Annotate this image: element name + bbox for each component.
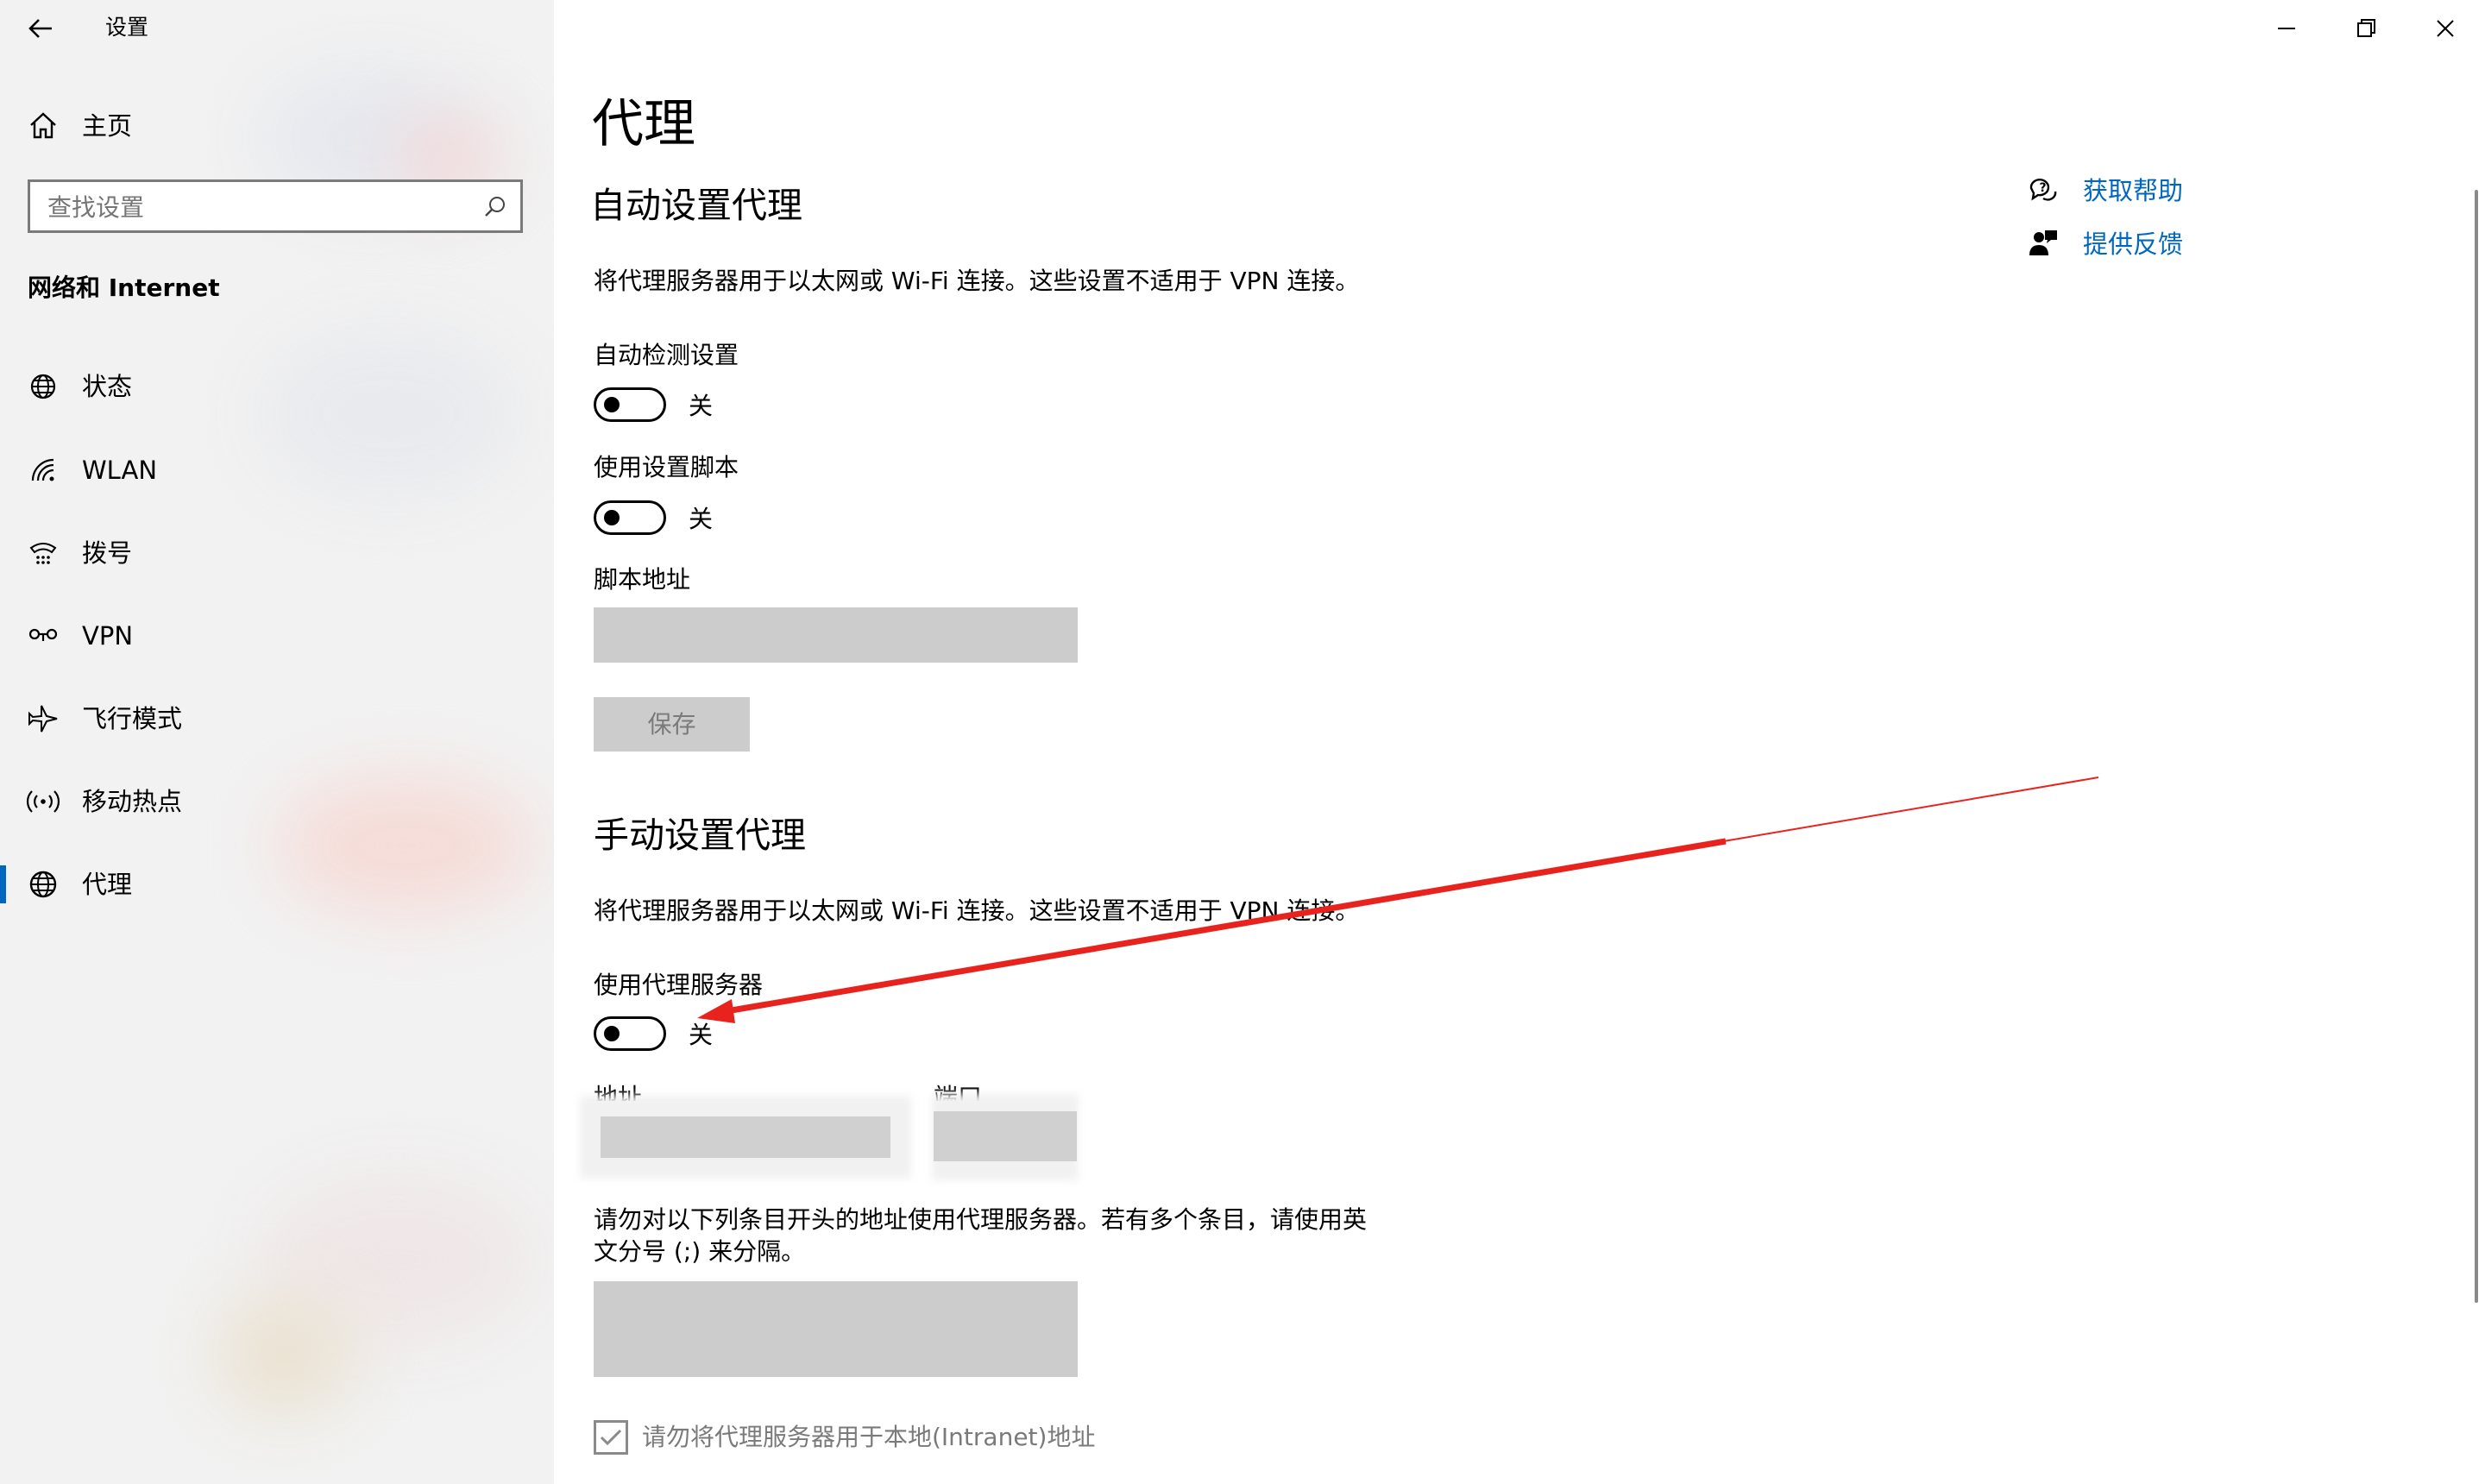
auto-detect-label: 自动检测设置: [594, 341, 739, 369]
airplane-icon: [26, 701, 60, 736]
setup-script-toggle[interactable]: [594, 500, 666, 535]
search-input[interactable]: [46, 189, 463, 225]
sidebar-item-status[interactable]: 状态: [0, 352, 554, 421]
exceptions-description-line1: 请勿对以下列条目开头的地址使用代理服务器。若有多个条目，请使用英: [594, 1205, 1368, 1234]
give-feedback-link[interactable]: 提供反馈: [2083, 227, 2183, 261]
setup-script-state: 关: [689, 505, 714, 533]
category-heading: 网络和 Internet: [28, 274, 220, 302]
toggle-knob: [604, 510, 620, 525]
home-icon: [26, 109, 60, 143]
help-chat-icon: ?: [2026, 173, 2060, 207]
minimize-button[interactable]: [2254, 9, 2319, 48]
globe-status-icon: [26, 369, 60, 404]
port-field[interactable]: [934, 1111, 1077, 1161]
page-title: 代理: [592, 94, 695, 154]
app-title: 设置: [105, 15, 149, 40]
use-proxy-label: 使用代理服务器: [594, 971, 764, 999]
sidebar-item-proxy[interactable]: 代理: [0, 850, 554, 919]
local-address-checkbox[interactable]: [594, 1420, 628, 1455]
checkmark-icon: [600, 1429, 622, 1446]
auto-detect-state: 关: [689, 392, 714, 420]
dialup-icon: [26, 536, 60, 570]
hotspot-icon: [26, 784, 60, 819]
sidebar-item-wlan[interactable]: WLAN: [0, 436, 554, 505]
manual-proxy-heading: 手动设置代理: [594, 814, 806, 856]
sidebar-item-hotspot[interactable]: 移动热点: [0, 767, 554, 836]
close-icon: [2437, 20, 2454, 37]
back-button[interactable]: [21, 9, 60, 48]
close-button[interactable]: [2413, 9, 2478, 48]
search-box[interactable]: [28, 179, 523, 233]
address-field[interactable]: [601, 1116, 890, 1158]
restore-icon: [2357, 19, 2375, 37]
backdrop-blur: [216, 1294, 354, 1415]
use-proxy-toggle[interactable]: [594, 1016, 666, 1051]
sidebar-item-vpn[interactable]: VPN: [0, 601, 554, 670]
exceptions-field[interactable]: [594, 1281, 1078, 1377]
auto-proxy-description: 将代理服务器用于以太网或 Wi-Fi 连接。这些设置不适用于 VPN 连接。: [594, 267, 1360, 295]
setup-script-label: 使用设置脚本: [594, 453, 739, 481]
sidebar-item-label: 状态: [82, 372, 133, 401]
sidebar-item-dialup[interactable]: 拨号: [0, 519, 554, 588]
sidebar-item-label: 移动热点: [82, 787, 183, 816]
vpn-icon: [26, 619, 60, 653]
search-icon[interactable]: [482, 194, 508, 220]
scrollbar[interactable]: [2475, 190, 2478, 1303]
toggle-knob: [604, 397, 620, 412]
wifi-icon: [26, 453, 60, 487]
sidebar-item-home[interactable]: 主页: [0, 91, 554, 160]
sidebar-item-label: WLAN: [82, 456, 158, 485]
use-proxy-state: 关: [689, 1021, 714, 1049]
manual-proxy-description: 将代理服务器用于以太网或 Wi-Fi 连接。这些设置不适用于 VPN 连接。: [594, 896, 1360, 925]
local-address-checkbox-label: 请勿将代理服务器用于本地(Intranet)地址: [642, 1423, 1096, 1451]
sidebar-item-label: VPN: [82, 621, 134, 651]
sidebar-item-label: 飞行模式: [82, 704, 183, 733]
globe-icon: [26, 867, 60, 902]
exceptions-description-line2: 文分号 (;) 来分隔。: [594, 1237, 806, 1266]
script-address-label: 脚本地址: [594, 565, 691, 594]
sidebar-item-label: 主页: [82, 111, 133, 141]
script-address-field[interactable]: [594, 607, 1078, 663]
minimize-icon: [2278, 28, 2295, 29]
sidebar-item-airplane[interactable]: 飞行模式: [0, 684, 554, 753]
toggle-knob: [604, 1026, 620, 1041]
sidebar-item-label: 代理: [82, 870, 133, 899]
sidebar-item-label: 拨号: [82, 538, 133, 568]
auto-proxy-heading: 自动设置代理: [590, 185, 802, 226]
svg-text:?: ?: [2040, 181, 2047, 195]
arrow-left-icon: [28, 19, 52, 38]
get-help-link[interactable]: 获取帮助: [2083, 173, 2183, 208]
save-button[interactable]: 保存: [594, 697, 750, 751]
auto-detect-toggle[interactable]: [594, 387, 666, 422]
restore-button[interactable]: [2333, 9, 2399, 48]
feedback-icon: [2026, 226, 2060, 261]
sidebar: 设置 主页 网络和 Internet 状态 WLAN 拨号: [0, 0, 554, 1484]
